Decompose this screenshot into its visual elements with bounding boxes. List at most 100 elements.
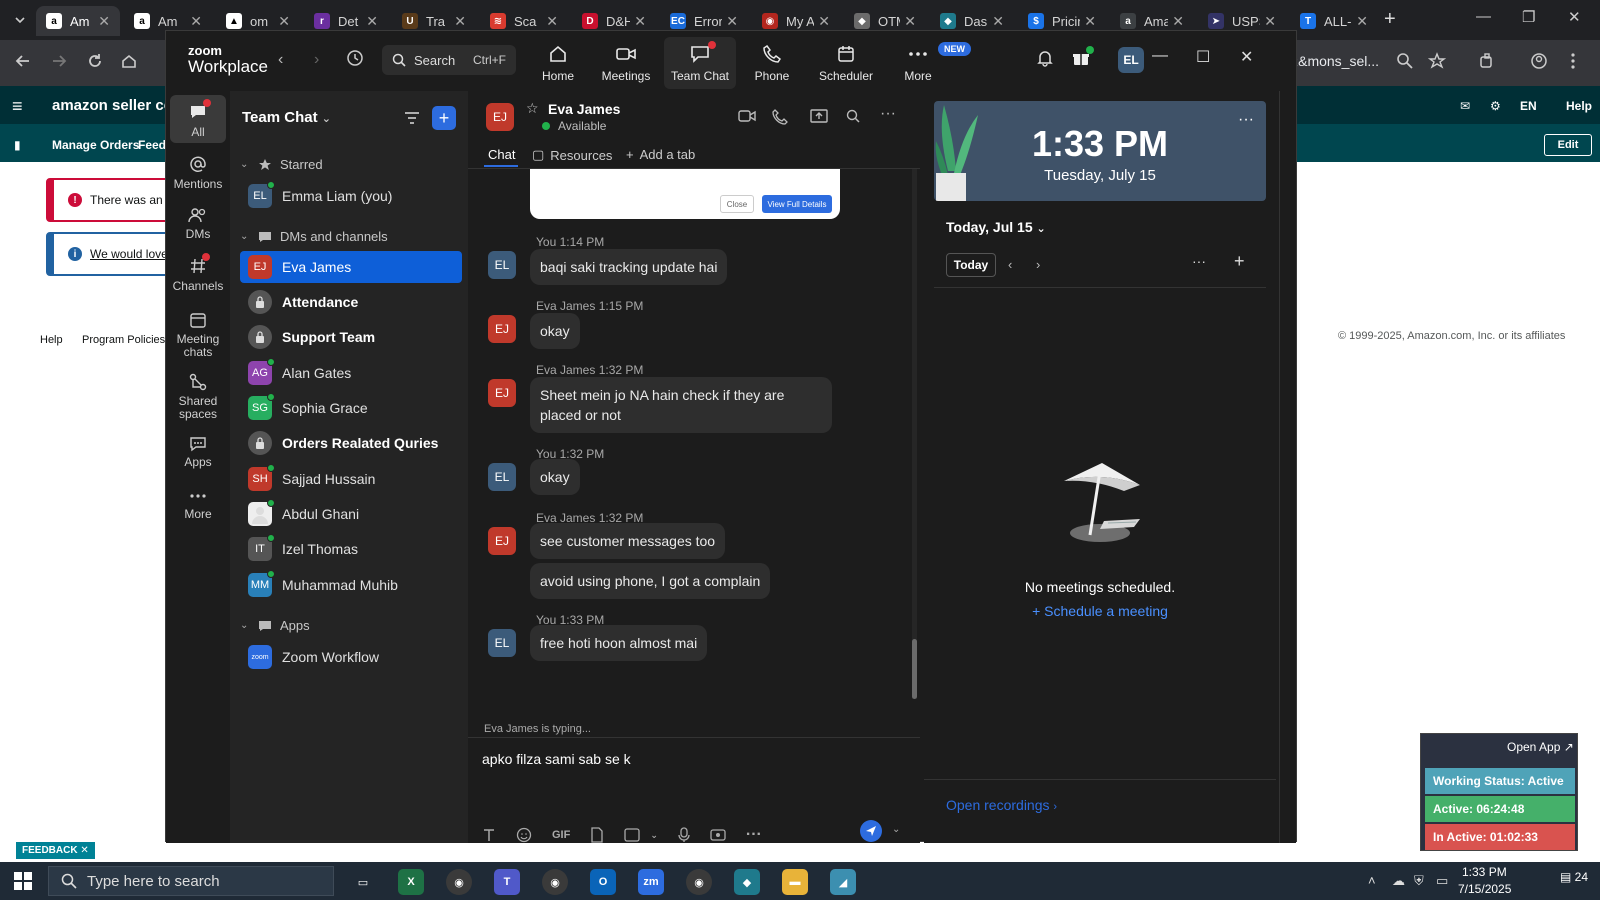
message-input[interactable] — [482, 746, 902, 772]
avatar[interactable]: EL — [488, 463, 516, 491]
avatar[interactable]: EJ — [488, 527, 516, 555]
open-app-link[interactable]: Open App ↗ — [1507, 740, 1574, 754]
tab-close-icon[interactable]: ✕ — [814, 13, 830, 30]
app-icon[interactable]: ◆ — [734, 869, 760, 895]
video-call-icon[interactable] — [738, 109, 756, 123]
sidebar-item-orders-realated-quries[interactable]: Orders Realated Quries — [240, 427, 462, 459]
zoom-icon[interactable] — [1396, 52, 1414, 70]
onedrive-icon[interactable]: ☁ — [1392, 873, 1405, 889]
security-icon[interactable]: ⛨ — [1414, 873, 1424, 889]
tab-close-icon[interactable]: ✕ — [542, 13, 558, 30]
tab-close-icon[interactable]: ✕ — [630, 13, 646, 30]
extensions-icon[interactable] — [1478, 52, 1496, 70]
tab-close-icon[interactable]: ✕ — [1080, 13, 1096, 30]
chevron-down-icon[interactable]: ⌄ — [650, 830, 658, 841]
video-clip-icon[interactable] — [710, 828, 726, 842]
sidebar-item-emma-liam-you-[interactable]: EL Emma Liam (you) — [240, 180, 462, 212]
tab-close-icon[interactable]: ✕ — [988, 13, 1004, 30]
rail-item-all[interactable]: All — [170, 95, 226, 143]
avatar[interactable]: EL — [488, 251, 516, 279]
tab-close-icon[interactable]: ✕ — [722, 13, 738, 30]
send-button[interactable] — [860, 820, 882, 842]
avatar[interactable]: EL — [488, 629, 516, 657]
hamburger-icon[interactable]: ≡ — [12, 96, 23, 117]
nav-tab-phone[interactable]: Phone — [736, 37, 808, 89]
file-explorer-icon[interactable]: ▬ — [782, 869, 808, 895]
nav-tab-meetings[interactable]: Meetings — [590, 37, 662, 89]
back-icon[interactable] — [14, 52, 32, 70]
sidebar-item-alan-gates[interactable]: AG Alan Gates — [240, 357, 462, 389]
attach-file-icon[interactable] — [590, 827, 604, 843]
chevron-up-icon[interactable]: ˄ — [1368, 873, 1376, 888]
emoji-icon[interactable] — [516, 827, 532, 843]
sidebar-item-abdul-ghani[interactable]: Abdul Ghani — [240, 498, 462, 530]
sidebar-item-eva-james[interactable]: EJ Eva James — [240, 251, 462, 283]
back-arrow-icon[interactable]: ‹ — [278, 51, 283, 69]
chrome-icon[interactable]: ◉ — [686, 869, 712, 895]
rail-item-meeting-chats[interactable]: Meeting chats — [170, 303, 226, 359]
nav-tab-home[interactable]: Home — [522, 37, 594, 89]
footer-policies-link[interactable]: Program Policies — [82, 334, 165, 346]
nav-tab-scheduler[interactable]: Scheduler — [810, 37, 882, 89]
address-bar[interactable]: R&mons_sel... — [1288, 53, 1379, 69]
manage-orders-link[interactable]: Manage Orders — [52, 138, 139, 152]
tab-search-icon[interactable] — [8, 8, 32, 32]
gift-icon[interactable] — [1072, 46, 1094, 67]
footer-help-link[interactable]: Help — [40, 334, 63, 346]
sidebar-item-muhammad-muhib[interactable]: MM Muhammad Muhib — [240, 569, 462, 601]
rail-item-dms[interactable]: DMs — [170, 199, 226, 241]
contact-name[interactable]: Eva James — [548, 101, 620, 117]
forward-icon[interactable] — [50, 52, 68, 70]
zoom-search[interactable]: Search Ctrl+F — [382, 45, 516, 75]
more-icon[interactable]: ··· — [746, 826, 762, 844]
tab-close-icon[interactable]: ✕ — [900, 13, 916, 30]
rail-item-mentions[interactable]: Mentions — [170, 147, 226, 191]
format-text-icon[interactable] — [482, 828, 496, 842]
avatar[interactable]: EJ — [488, 379, 516, 407]
teams-icon[interactable]: T — [494, 869, 520, 895]
more-options-icon[interactable]: ··· — [1238, 111, 1254, 129]
language-select[interactable]: EN — [1520, 99, 1537, 113]
search-icon[interactable] — [846, 109, 860, 123]
contact-avatar[interactable]: EJ — [486, 103, 514, 131]
zoom-app-icon[interactable]: zm — [638, 869, 664, 895]
rail-item-channels[interactable]: Channels — [170, 249, 226, 295]
rail-item-shared-spaces[interactable]: Shared spaces — [170, 365, 226, 421]
sidebar-item-sophia-grace[interactable]: SG Sophia Grace — [240, 392, 462, 424]
message-bubble[interactable]: free hoti hoon almost mai — [530, 625, 708, 661]
sidebar-title[interactable]: Team Chat ⌄ — [242, 109, 331, 126]
previous-day-icon[interactable]: ‹ — [1008, 257, 1012, 272]
tab-close-icon[interactable]: ✕ — [274, 13, 290, 30]
app-icon[interactable]: ◢ — [830, 869, 856, 895]
tab-close-icon[interactable]: ✕ — [362, 13, 378, 30]
shared-card[interactable]: Close View Full Details — [530, 169, 840, 219]
schedule-meeting-link[interactable]: + Schedule a meeting — [924, 603, 1276, 619]
tab-close-icon[interactable]: ✕ — [94, 13, 110, 30]
phone-icon[interactable] — [772, 109, 788, 125]
outlook-icon[interactable]: O — [590, 869, 616, 895]
tab-close-icon[interactable]: ✕ — [1260, 13, 1276, 30]
browser-tab[interactable]: a Am ✕ — [36, 6, 120, 36]
message-bubble[interactable]: okay — [530, 313, 580, 349]
add-tab[interactable]: + Add a tab — [626, 147, 695, 162]
sidebar-item-izel-thomas[interactable]: IT Izel Thomas — [240, 533, 462, 565]
close-icon[interactable]: ✕ — [1240, 47, 1253, 67]
share-screen-icon[interactable] — [810, 109, 828, 123]
clock-time[interactable]: 1:33 PM — [1462, 865, 1507, 879]
message-bubble[interactable]: avoid using phone, I got a complain — [530, 563, 771, 599]
profile-icon[interactable] — [1530, 52, 1548, 70]
message-bubble[interactable]: see customer messages too — [530, 523, 726, 559]
view-full-details-button[interactable]: View Full Details — [762, 195, 832, 213]
today-button[interactable]: Today — [946, 253, 996, 277]
chrome-icon[interactable]: ◉ — [542, 869, 568, 895]
bookmark-icon[interactable]: ▮ — [14, 138, 21, 152]
tab-close-icon[interactable]: ✕ — [186, 13, 202, 30]
add-meeting-icon[interactable]: + — [1234, 251, 1245, 272]
rail-item-apps[interactable]: Apps — [170, 429, 226, 469]
tab-chat[interactable]: Chat — [488, 147, 515, 162]
windows-start-icon[interactable] — [14, 872, 32, 890]
taskbar-search[interactable]: Type here to search — [48, 866, 334, 896]
tab-close-icon[interactable]: ✕ — [1352, 13, 1368, 30]
next-day-icon[interactable]: › — [1036, 257, 1040, 272]
home-icon[interactable] — [120, 52, 138, 70]
